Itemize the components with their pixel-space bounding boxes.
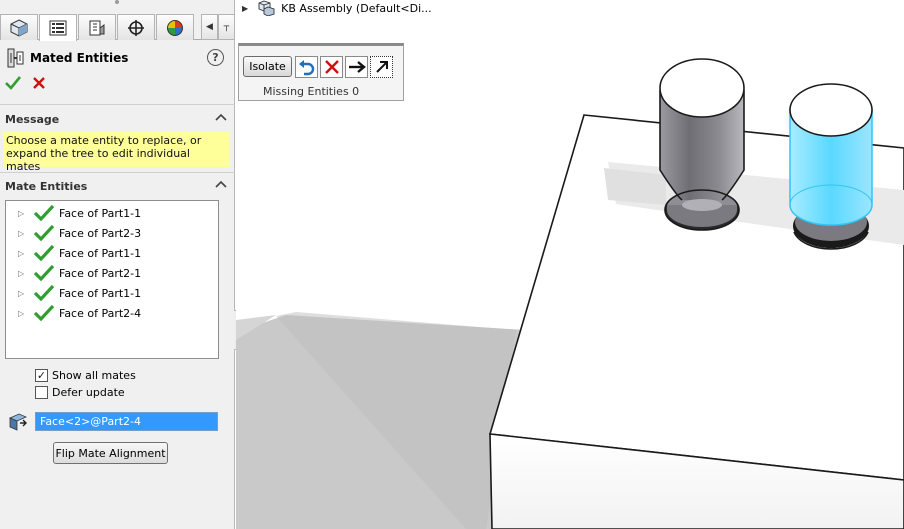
configuration-manager-tab[interactable] [78,14,116,40]
section-divider [0,104,235,105]
green-check-icon [33,284,55,302]
chevron-up-icon[interactable] [215,179,227,191]
list-item-label: Face of Part1-1 [59,286,142,300]
red-x-icon [324,60,339,74]
cube-icon [10,18,28,37]
green-check-icon [33,244,55,262]
expand-triangle-icon[interactable]: ▶ [242,4,248,13]
undo-button[interactable] [295,56,318,78]
delete-button[interactable] [320,56,343,78]
list-item[interactable]: ▷ Face of Part1-1 [6,243,218,263]
missing-entities-toolbar: Isolate Missing Entities 0 [238,43,404,101]
list-item[interactable]: ▷ Face of Part1-1 [6,203,218,223]
green-check-icon [33,264,55,282]
replace-entity-icon [9,413,27,431]
appearance-icon [167,19,183,36]
green-check-icon [33,224,55,242]
list-item[interactable]: ▷ Face of Part1-1 [6,283,218,303]
property-manager-panel: ◀ ┬ Mated Entities ? Message Choose a ma… [0,0,235,529]
assembly-icon [258,0,275,16]
property-manager-header: Mated Entities ? [0,44,235,72]
display-manager-tab[interactable] [156,14,194,40]
assembly-tree-label: KB Assembly (Default<Di... [281,1,432,15]
mate-entities-section-title: Mate Entities [5,180,88,193]
message-section-title: Message [5,113,60,126]
expand-triangle-icon[interactable]: ▷ [18,269,28,278]
dimxpert-tab[interactable] [117,14,155,40]
property-manager-tab[interactable] [39,14,77,41]
message-box: Choose a mate entity to replace, or expa… [3,132,229,173]
flip-mate-alignment-button[interactable]: Flip Mate Alignment [53,442,168,464]
list-item[interactable]: ▷ Face of Part2-3 [6,223,218,243]
page-title: Mated Entities [30,51,129,65]
list-item-label: Face of Part2-3 [59,226,142,240]
mated-entities-icon [7,48,24,68]
show-all-mates-label: Show all mates [52,368,136,382]
green-check-icon [33,304,55,322]
arrow-diagonal-icon [375,61,388,73]
green-check-icon [33,204,55,222]
expand-triangle-icon[interactable]: ▷ [18,249,28,258]
panel-grip[interactable] [113,0,121,6]
defer-update-label: Defer update [52,385,125,399]
show-all-mates-checkbox[interactable]: ✓ [35,368,48,382]
isolate-button[interactable]: Isolate [243,56,292,77]
expand-view-button[interactable] [370,56,393,78]
list-item-label: Face of Part2-1 [59,266,142,280]
replacement-entity-field[interactable]: Face<2>@Part2-4 [35,412,218,431]
mate-entities-section-header[interactable]: Mate Entities [0,177,235,197]
list-item-label: Face of Part2-4 [59,306,142,320]
config-icon [89,20,105,35]
mate-entities-list[interactable]: ▷ Face of Part1-1 ▷ Face of Part2-3 ▷ Fa… [5,200,219,359]
expand-triangle-icon[interactable]: ▷ [18,289,28,298]
assembly-tree-root[interactable]: ▶ KB Assembly (Default<Di... [242,0,432,16]
defer-update-checkbox[interactable] [35,385,48,399]
crosshair-icon [128,19,144,36]
chevron-up-icon[interactable] [215,112,227,124]
defer-update-option[interactable]: Defer update [35,384,125,400]
section-divider [0,172,235,173]
missing-entities-label: Missing Entities 0 [263,85,360,98]
ok-check-icon[interactable] [5,76,21,90]
feature-manager-tab[interactable] [0,14,38,40]
list-item-label: Face of Part1-1 [59,246,142,260]
tab-scroll-right[interactable]: ┬ [218,14,235,40]
expand-triangle-icon[interactable]: ▷ [18,209,28,218]
list-icon [49,20,67,36]
manager-tabs: ◀ ┬ [0,14,235,41]
list-item[interactable]: ▷ Face of Part2-4 [6,303,218,323]
tab-scroll-arrows: ◀ ┬ [201,14,235,40]
tab-scroll-left[interactable]: ◀ [201,14,218,40]
list-item-label: Face of Part1-1 [59,206,142,220]
expand-triangle-icon[interactable]: ▷ [18,229,28,238]
help-icon[interactable]: ? [207,49,224,66]
message-section-header[interactable]: Message [0,110,235,130]
show-all-mates-option[interactable]: ✓ Show all mates [35,367,136,383]
undo-arrow-icon [298,60,314,76]
arrow-right-icon [348,61,366,73]
next-button[interactable] [345,56,368,78]
list-item[interactable]: ▷ Face of Part2-1 [6,263,218,283]
graphics-viewport[interactable]: ▶ KB Assembly (Default<Di... Isolate Mis… [236,0,904,529]
help-glyph: ? [212,51,219,64]
cancel-x-icon[interactable] [33,77,45,89]
expand-triangle-icon[interactable]: ▷ [18,309,28,318]
